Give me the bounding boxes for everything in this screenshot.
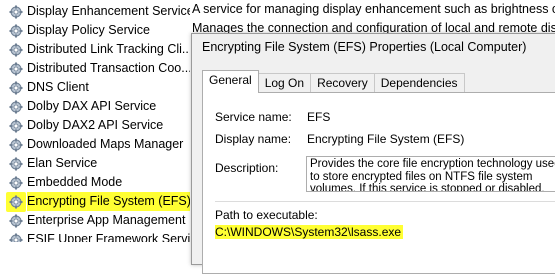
service-row[interactable]: Dolby DAX2 API Service bbox=[0, 116, 190, 135]
service-row[interactable]: DNS Client bbox=[0, 78, 190, 97]
service-gear-icon bbox=[9, 157, 23, 171]
service-gear-icon bbox=[9, 233, 23, 242]
service-row[interactable]: Embedded Mode bbox=[0, 173, 190, 192]
service-gear-icon bbox=[9, 24, 23, 38]
service-name: Enterprise App Management ... bbox=[27, 213, 190, 227]
service-row[interactable]: Encrypting File System (EFS) bbox=[0, 191, 190, 212]
description-label: Description: bbox=[215, 161, 279, 175]
properties-dialog: Encrypting File System (EFS) Properties … bbox=[191, 33, 555, 274]
tab-recovery[interactable]: Recovery bbox=[310, 73, 375, 93]
path-to-executable-label: Path to executable: bbox=[215, 208, 318, 222]
service-gear-icon bbox=[9, 43, 23, 57]
dialog-title: Encrypting File System (EFS) Properties … bbox=[202, 40, 527, 54]
tab-strip: General Log On Recovery Dependencies bbox=[202, 70, 465, 93]
tab-log-on[interactable]: Log On bbox=[257, 73, 312, 93]
description-textbox[interactable]: Provides the core file encryption techno… bbox=[306, 156, 555, 192]
separator bbox=[215, 201, 555, 202]
service-row[interactable]: Distributed Link Tracking Cli... bbox=[0, 40, 190, 59]
tab-dependencies[interactable]: Dependencies bbox=[373, 73, 465, 93]
service-name: Display Policy Service bbox=[27, 23, 150, 37]
service-name-label: Service name: bbox=[215, 110, 292, 124]
service-row[interactable]: ESIF Upper Framework Servi... bbox=[0, 230, 190, 242]
description-line-1: A service for managing display enhanceme… bbox=[192, 2, 555, 16]
service-gear-icon bbox=[9, 81, 23, 95]
service-name: Dolby DAX2 API Service bbox=[27, 118, 164, 132]
service-name: Dolby DAX API Service bbox=[27, 99, 157, 113]
service-name: Distributed Transaction Coo... bbox=[27, 61, 190, 75]
service-gear-icon bbox=[9, 176, 23, 190]
service-name: Elan Service bbox=[27, 156, 98, 170]
service-row[interactable]: Display Policy Service bbox=[0, 21, 190, 40]
service-row[interactable]: Dolby DAX API Service bbox=[0, 97, 190, 116]
path-to-executable-value: C:\WINDOWS\System32\lsass.exe bbox=[215, 225, 404, 239]
service-gear-icon bbox=[9, 119, 23, 133]
service-name: Distributed Link Tracking Cli... bbox=[27, 42, 190, 56]
service-name: DNS Client bbox=[27, 80, 89, 94]
services-list[interactable]: Display Enhancement Service Display Polic… bbox=[0, 0, 190, 242]
display-name-label: Display name: bbox=[215, 132, 292, 146]
service-gear-icon bbox=[9, 214, 23, 228]
service-name-value: EFS bbox=[307, 110, 331, 124]
service-gear-icon bbox=[6, 191, 26, 212]
service-name: Downloaded Maps Manager bbox=[27, 137, 184, 151]
service-row[interactable]: Display Enhancement Service bbox=[0, 2, 190, 21]
service-gear-icon bbox=[9, 100, 23, 114]
service-gear-icon bbox=[9, 62, 23, 76]
service-gear-icon bbox=[9, 138, 23, 152]
service-row[interactable]: Enterprise App Management ... bbox=[0, 211, 190, 230]
service-row[interactable]: Distributed Transaction Coo... bbox=[0, 59, 190, 78]
service-name: Embedded Mode bbox=[27, 175, 123, 189]
service-name: ESIF Upper Framework Servi... bbox=[27, 232, 190, 242]
service-name: Display Enhancement Service bbox=[27, 4, 190, 18]
service-name: Encrypting File System (EFS) bbox=[27, 192, 190, 211]
service-row[interactable]: Elan Service bbox=[0, 154, 190, 173]
general-tab-panel: Service name: EFS Display name: Encrypti… bbox=[202, 92, 555, 274]
tab-general[interactable]: General bbox=[202, 70, 259, 93]
service-gear-icon bbox=[9, 5, 23, 19]
service-row[interactable]: Downloaded Maps Manager bbox=[0, 135, 190, 154]
display-name-value: Encrypting File System (EFS) bbox=[307, 132, 465, 146]
